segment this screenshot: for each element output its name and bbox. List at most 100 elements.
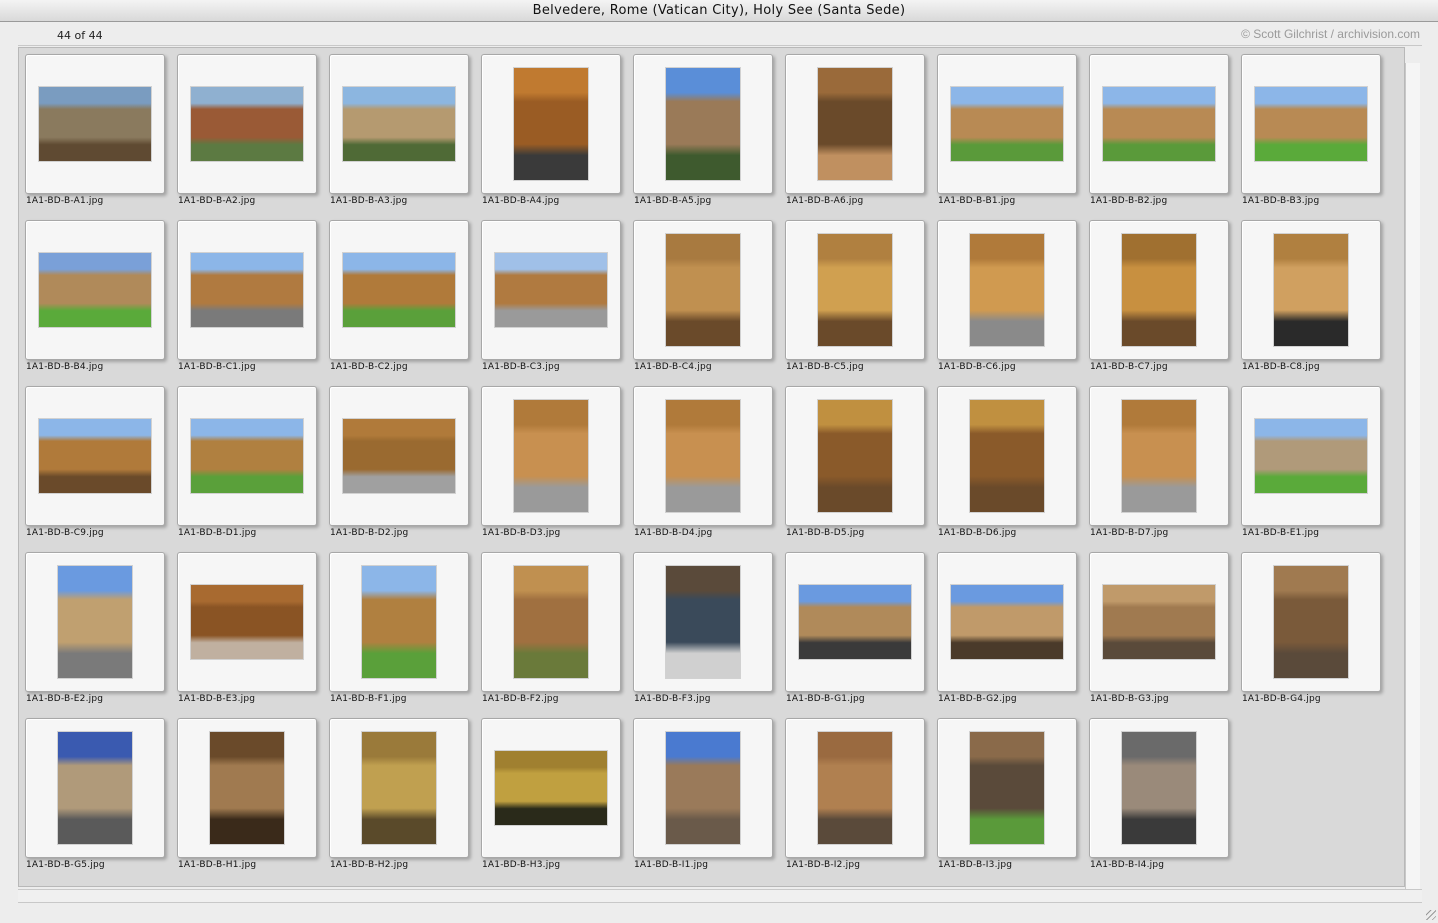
thumbnail[interactable] [177, 220, 317, 360]
thumbnail[interactable] [481, 552, 621, 692]
thumbnail-caption: 1A1-BD-B-G1.jpg [786, 694, 865, 704]
thumbnail-image [818, 68, 892, 180]
thumbnail[interactable] [329, 54, 469, 194]
thumbnail-caption: 1A1-BD-B-F1.jpg [330, 694, 407, 704]
thumbnail[interactable] [25, 220, 165, 360]
thumbnail-caption: 1A1-BD-B-A6.jpg [786, 196, 864, 206]
thumbnail-caption: 1A1-BD-B-A3.jpg [330, 196, 408, 206]
thumbnail-caption: 1A1-BD-B-B2.jpg [1090, 196, 1168, 206]
thumbnail[interactable] [633, 552, 773, 692]
thumbnail-image [666, 234, 740, 346]
thumbnail[interactable] [481, 54, 621, 194]
thumbnail[interactable] [481, 220, 621, 360]
thumbnail-image [362, 566, 436, 678]
thumbnail[interactable] [937, 54, 1077, 194]
thumbnail[interactable] [1089, 54, 1229, 194]
thumbnail-caption: 1A1-BD-B-A5.jpg [634, 196, 712, 206]
thumbnail-caption: 1A1-BD-B-C3.jpg [482, 362, 560, 372]
thumbnail-caption: 1A1-BD-B-A2.jpg [178, 196, 256, 206]
thumbnail-image [666, 566, 740, 678]
thumbnail-image [495, 751, 607, 825]
thumbnail-caption: 1A1-BD-B-D7.jpg [1090, 528, 1169, 538]
thumbnail-image [362, 732, 436, 844]
thumbnail-caption: 1A1-BD-B-H1.jpg [178, 860, 257, 870]
thumbnail-caption: 1A1-BD-B-H2.jpg [330, 860, 409, 870]
thumbnail[interactable] [25, 386, 165, 526]
thumbnail[interactable] [177, 552, 317, 692]
copyright-notice: © Scott Gilchrist / archivision.com [1241, 27, 1420, 41]
thumbnail[interactable] [785, 386, 925, 526]
thumbnail[interactable] [1089, 552, 1229, 692]
thumbnail[interactable] [937, 718, 1077, 858]
thumbnail-caption: 1A1-BD-B-A4.jpg [482, 196, 560, 206]
thumbnail[interactable] [1241, 220, 1381, 360]
thumbnail-caption: 1A1-BD-B-B4.jpg [26, 362, 104, 372]
toolbar: 44 of 44 © Scott Gilchrist / archivision… [18, 24, 1422, 46]
thumbnail[interactable] [633, 220, 773, 360]
thumbnail[interactable] [177, 54, 317, 194]
thumbnail[interactable] [329, 220, 469, 360]
thumbnail-image [1274, 234, 1348, 346]
thumbnail-image [39, 419, 151, 493]
thumbnail-image [514, 566, 588, 678]
horizontal-scrollbar[interactable] [18, 889, 1422, 903]
thumbnail-image [191, 253, 303, 327]
thumbnail[interactable] [1241, 386, 1381, 526]
thumbnail[interactable] [785, 54, 925, 194]
thumbnail-caption: 1A1-BD-B-C4.jpg [634, 362, 712, 372]
thumbnail[interactable] [785, 220, 925, 360]
thumbnail-image [58, 732, 132, 844]
thumbnail[interactable] [785, 718, 925, 858]
thumbnail-image [514, 68, 588, 180]
thumbnail-caption: 1A1-BD-B-H3.jpg [482, 860, 561, 870]
thumbnail[interactable] [25, 54, 165, 194]
thumbnail[interactable] [937, 552, 1077, 692]
thumbnail-image [495, 253, 607, 327]
thumbnail[interactable] [481, 718, 621, 858]
thumbnail[interactable] [633, 718, 773, 858]
thumbnail[interactable] [633, 54, 773, 194]
thumbnail-image [191, 585, 303, 659]
thumbnail-caption: 1A1-BD-B-G5.jpg [26, 860, 105, 870]
thumbnail-image [1255, 87, 1367, 161]
thumbnail[interactable] [937, 220, 1077, 360]
thumbnail-caption: 1A1-BD-B-G2.jpg [938, 694, 1017, 704]
thumbnail[interactable] [1241, 552, 1381, 692]
thumbnail[interactable] [25, 718, 165, 858]
thumbnail-image [1122, 732, 1196, 844]
thumbnail[interactable] [177, 718, 317, 858]
thumbnail-image [666, 68, 740, 180]
thumbnail-image [818, 234, 892, 346]
thumbnail-caption: 1A1-BD-B-A1.jpg [26, 196, 104, 206]
thumbnail-image [666, 400, 740, 512]
thumbnail-image [970, 234, 1044, 346]
item-count: 44 of 44 [57, 29, 103, 42]
thumbnail-image [1255, 419, 1367, 493]
thumbnail-image [343, 87, 455, 161]
thumbnail[interactable] [25, 552, 165, 692]
thumbnail[interactable] [1241, 54, 1381, 194]
thumbnail-caption: 1A1-BD-B-G4.jpg [1242, 694, 1321, 704]
resize-grip-icon[interactable] [1424, 908, 1438, 922]
thumbnail[interactable] [785, 552, 925, 692]
thumbnail[interactable] [481, 386, 621, 526]
thumbnail[interactable] [177, 386, 317, 526]
thumbnail-image [799, 585, 911, 659]
thumbnail[interactable] [329, 552, 469, 692]
thumbnail-caption: 1A1-BD-B-E1.jpg [1242, 528, 1320, 538]
thumbnail-caption: 1A1-BD-B-F3.jpg [634, 694, 711, 704]
thumbnail-caption: 1A1-BD-B-D1.jpg [178, 528, 257, 538]
thumbnail-caption: 1A1-BD-B-B1.jpg [938, 196, 1016, 206]
thumbnail[interactable] [329, 386, 469, 526]
thumbnail[interactable] [329, 718, 469, 858]
thumbnail[interactable] [1089, 386, 1229, 526]
thumbnail-caption: 1A1-BD-B-I2.jpg [786, 860, 861, 870]
thumbnail[interactable] [1089, 718, 1229, 858]
thumbnail-image [951, 585, 1063, 659]
thumbnail[interactable] [1089, 220, 1229, 360]
thumbnail-caption: 1A1-BD-B-D4.jpg [634, 528, 713, 538]
thumbnail[interactable] [937, 386, 1077, 526]
thumbnail-caption: 1A1-BD-B-G3.jpg [1090, 694, 1169, 704]
thumbnail[interactable] [633, 386, 773, 526]
vertical-scrollbar[interactable] [1405, 63, 1420, 889]
